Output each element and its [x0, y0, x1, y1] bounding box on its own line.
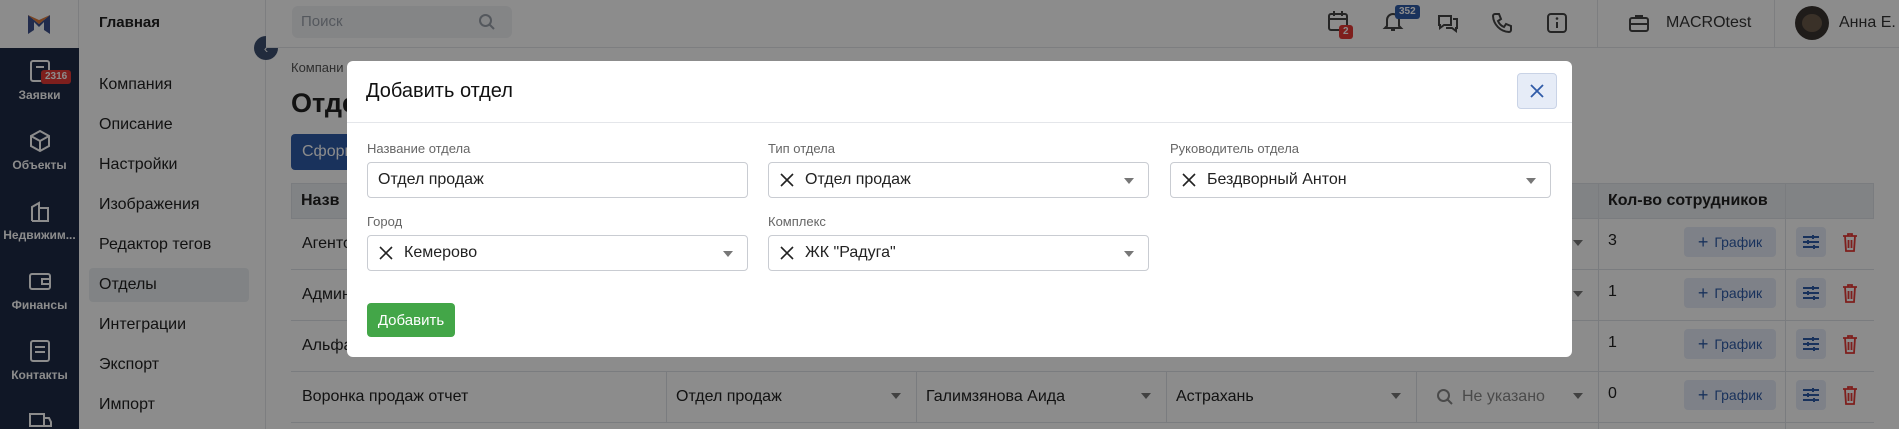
dialog-title: Добавить отдел — [366, 80, 513, 102]
add-department-dialog — [347, 61, 1572, 357]
city-value: Кемерово — [404, 244, 478, 261]
city-select[interactable]: Кемерово — [367, 235, 748, 271]
close-icon — [1530, 84, 1544, 98]
chevron-down-icon — [1526, 178, 1536, 184]
city-label: Город — [367, 214, 403, 229]
department-name-value: Отдел продаж — [378, 171, 484, 188]
department-type-select[interactable]: Отдел продаж — [768, 162, 1149, 198]
department-head-label: Руководитель отдела — [1170, 141, 1300, 156]
clear-icon[interactable] — [779, 172, 795, 188]
clear-icon[interactable] — [779, 245, 795, 261]
chevron-down-icon — [1124, 178, 1134, 184]
close-dialog-button[interactable] — [1517, 73, 1557, 109]
clear-icon[interactable] — [1181, 172, 1197, 188]
department-type-label: Тип отдела — [768, 141, 835, 156]
department-head-select[interactable]: Бездворный Антон — [1170, 162, 1551, 198]
department-head-value: Бездворный Антон — [1207, 171, 1347, 188]
clear-icon[interactable] — [378, 245, 394, 261]
department-type-value: Отдел продаж — [805, 171, 911, 188]
complex-value: ЖК "Радуга" — [805, 244, 896, 261]
complex-select[interactable]: ЖК "Радуга" — [768, 235, 1149, 271]
complex-label: Комплекс — [768, 214, 826, 229]
chevron-down-icon — [723, 251, 733, 257]
department-name-input[interactable]: Отдел продаж — [367, 162, 748, 198]
add-department-button[interactable]: Добавить — [367, 303, 455, 337]
department-name-label: Название отдела — [367, 141, 471, 156]
chevron-down-icon — [1124, 251, 1134, 257]
dialog-divider — [347, 122, 1572, 123]
